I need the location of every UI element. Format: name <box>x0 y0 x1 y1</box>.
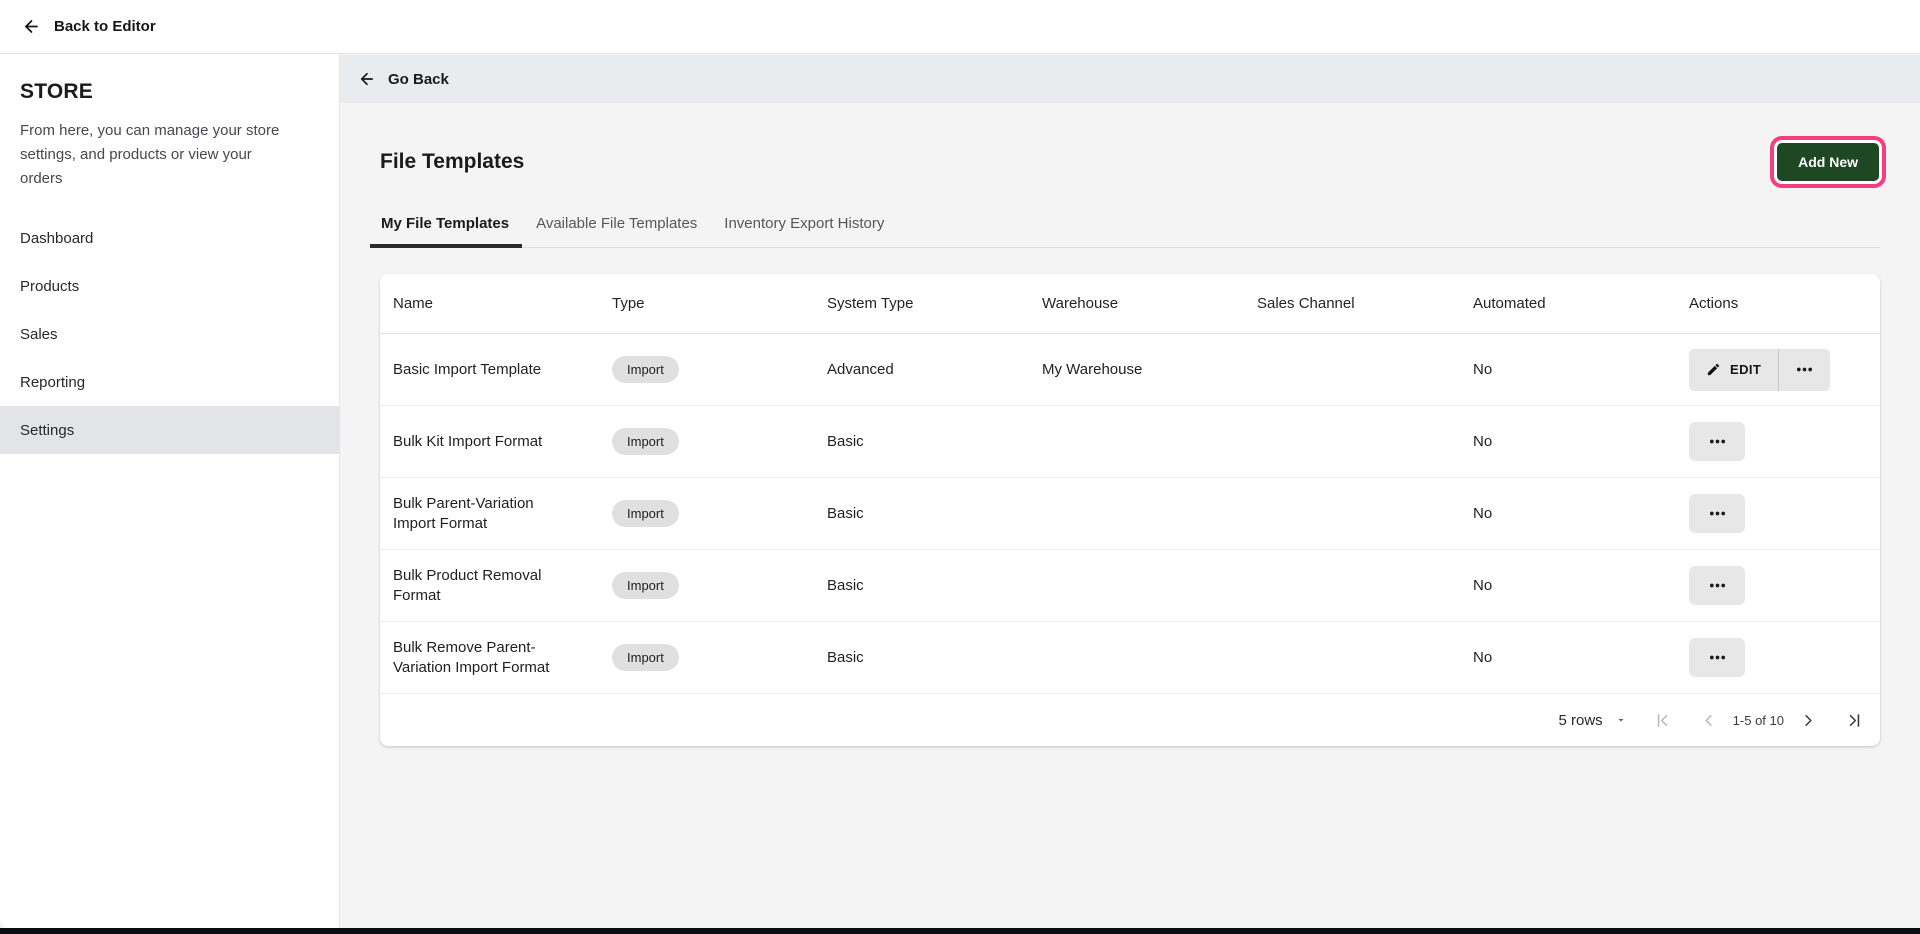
page-title: File Templates <box>380 150 525 173</box>
table-row: Bulk Kit Import Format Import Basic No <box>380 406 1880 478</box>
ellipsis-icon <box>1707 647 1728 668</box>
table-row: Bulk Remove Parent-Variation Import Form… <box>380 622 1880 694</box>
row-menu-button[interactable] <box>1689 422 1745 461</box>
column-header-automated: Automated <box>1473 295 1546 312</box>
file-templates-table: Name Type System Type Warehouse Sales Channe… <box>380 274 1880 746</box>
table-row: Basic Import Template Import Advanced My… <box>380 334 1880 406</box>
row-actions-group: EDIT <box>1689 348 1831 391</box>
sidebar: STORE From here, you can manage your sto… <box>0 54 340 928</box>
tab-my-file-templates[interactable]: My File Templates <box>369 209 523 248</box>
sidebar-item-reporting[interactable]: Reporting <box>0 358 339 406</box>
row-menu-button[interactable] <box>1779 349 1830 391</box>
tab-inventory-export-history[interactable]: Inventory Export History <box>723 209 885 247</box>
cell-automated: No <box>1473 361 1493 378</box>
table-body: Basic Import Template Import Advanced My… <box>380 334 1880 694</box>
cell-system-type: Basic <box>827 649 864 666</box>
sidebar-item-dashboard[interactable]: Dashboard <box>0 214 339 262</box>
cell-warehouse: My Warehouse <box>1042 361 1143 378</box>
cell-actions <box>1689 494 1880 533</box>
add-new-button[interactable]: Add New <box>1777 143 1879 181</box>
tab-available-file-templates[interactable]: Available File Templates <box>535 209 698 247</box>
cell-actions <box>1689 638 1880 677</box>
cell-type: Import <box>612 500 827 527</box>
table-header: Name Type System Type Warehouse Sales Channe… <box>380 274 1880 334</box>
sidebar-item-sales[interactable]: Sales <box>0 310 339 358</box>
sidebar-item-products[interactable]: Products <box>0 262 339 310</box>
cell-system-type: Basic <box>827 577 864 594</box>
previous-page-button[interactable] <box>1699 711 1718 730</box>
ellipsis-icon <box>1794 359 1815 380</box>
rows-per-page-select[interactable]: 5 rows <box>1558 712 1626 729</box>
go-back-label: Go Back <box>388 70 449 88</box>
cell-automated: No <box>1473 505 1493 522</box>
row-menu-button[interactable] <box>1689 494 1745 533</box>
cell-name: Bulk Product Removal Format <box>393 566 542 604</box>
edit-button-label: EDIT <box>1730 362 1762 377</box>
cell-name: Basic Import Template <box>393 360 542 378</box>
page-header: File Templates Add New <box>380 136 1880 188</box>
main-content: Go Back File Templates Add New My File T… <box>340 54 1920 928</box>
back-to-editor-button[interactable]: Back to Editor <box>0 0 1920 54</box>
cell-name: Bulk Remove Parent-Variation Import Form… <box>393 638 550 676</box>
row-menu-button[interactable] <box>1689 566 1745 605</box>
cell-actions <box>1689 422 1880 461</box>
back-to-editor-label: Back to Editor <box>54 18 156 35</box>
type-badge: Import <box>612 356 679 383</box>
column-header-warehouse: Warehouse <box>1042 295 1119 312</box>
rows-per-page-value: 5 rows <box>1558 711 1603 729</box>
cell-name: Bulk Parent-Variation Import Format <box>393 494 534 532</box>
type-badge: Import <box>612 428 679 455</box>
first-page-button[interactable] <box>1653 711 1672 730</box>
cell-type: Import <box>612 428 827 455</box>
cell-automated: No <box>1473 433 1493 450</box>
type-badge: Import <box>612 572 679 599</box>
go-back-button[interactable]: Go Back <box>340 55 1920 103</box>
bottom-edge-bar <box>0 928 1920 934</box>
cell-name: Bulk Kit Import Format <box>393 432 543 450</box>
arrow-left-icon <box>22 17 41 36</box>
table-row: Bulk Parent-Variation Import Format Impo… <box>380 478 1880 550</box>
cell-type: Import <box>612 644 827 671</box>
next-page-button[interactable] <box>1799 711 1818 730</box>
edit-button[interactable]: EDIT <box>1689 348 1780 391</box>
cell-automated: No <box>1473 649 1493 666</box>
ellipsis-icon <box>1707 431 1728 452</box>
pencil-icon <box>1706 362 1721 377</box>
column-header-sales-channel: Sales Channel <box>1257 295 1355 312</box>
cell-actions: EDIT <box>1689 348 1880 391</box>
type-badge: Import <box>612 500 679 527</box>
column-header-system-type: System Type <box>827 295 914 312</box>
table-pagination: 5 rows 1-5 of 10 <box>380 694 1880 746</box>
cell-system-type: Advanced <box>827 361 894 378</box>
arrow-left-icon <box>358 70 376 88</box>
last-page-button[interactable] <box>1845 711 1864 730</box>
column-header-type: Type <box>612 295 645 312</box>
cell-automated: No <box>1473 577 1493 594</box>
sidebar-title: STORE <box>20 80 93 103</box>
table-row: Bulk Product Removal Format Import Basic… <box>380 550 1880 622</box>
tabs: My File Templates Available File Template… <box>369 209 1880 248</box>
cell-system-type: Basic <box>827 433 864 450</box>
sidebar-description: From here, you can manage your store set… <box>20 122 280 187</box>
cell-actions <box>1689 566 1880 605</box>
sidebar-nav: Dashboard Products Sales Reporting Settings <box>0 214 339 454</box>
cell-system-type: Basic <box>827 505 864 522</box>
column-header-name: Name <box>393 295 434 312</box>
row-menu-button[interactable] <box>1689 638 1745 677</box>
ellipsis-icon <box>1707 503 1728 524</box>
ellipsis-icon <box>1707 575 1728 596</box>
cell-type: Import <box>612 572 827 599</box>
sidebar-item-settings[interactable]: Settings <box>0 406 339 454</box>
caret-down-icon <box>1615 714 1627 726</box>
type-badge: Import <box>612 644 679 671</box>
column-header-actions: Actions <box>1689 295 1739 312</box>
pagination-range: 1-5 of 10 <box>1732 712 1784 728</box>
cell-type: Import <box>612 356 827 383</box>
